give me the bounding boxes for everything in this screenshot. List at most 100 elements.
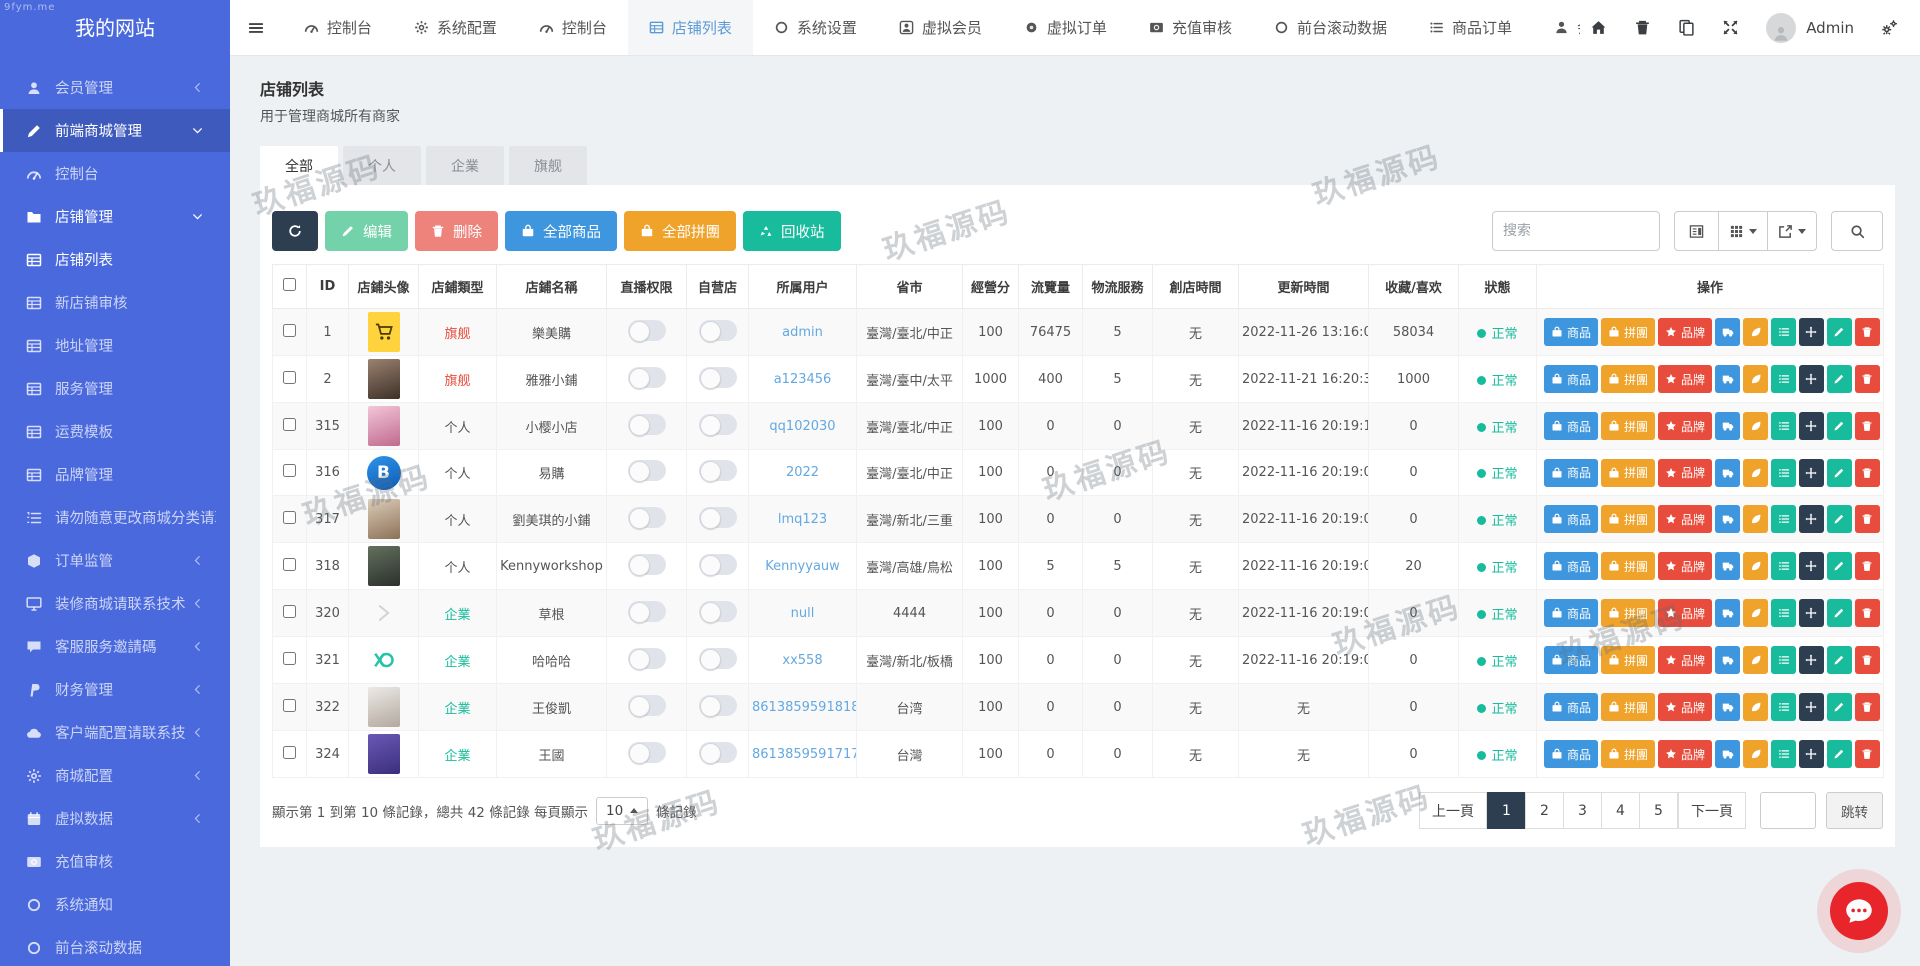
action-brand-button[interactable]: 品牌 — [1658, 505, 1712, 533]
sidebar-item[interactable]: 店铺列表 — [0, 238, 230, 281]
action-edit-button[interactable] — [1827, 505, 1852, 533]
sidebar-item[interactable]: 订单监管 — [0, 539, 230, 582]
action-list-button[interactable] — [1771, 318, 1796, 346]
action-move-button[interactable] — [1799, 318, 1824, 346]
filter-tab[interactable]: 企業 — [426, 146, 504, 185]
delete-button[interactable]: 删除 — [415, 211, 498, 251]
row-checkbox[interactable] — [283, 464, 296, 477]
action-delete-button[interactable] — [1855, 740, 1880, 768]
nav-tab[interactable]: 控制台 — [283, 0, 393, 55]
action-group-button[interactable]: 拼團 — [1601, 412, 1655, 440]
action-logistics-button[interactable] — [1715, 646, 1740, 674]
self-operated-toggle[interactable] — [699, 367, 737, 388]
action-delete-button[interactable] — [1855, 646, 1880, 674]
action-brand-button[interactable]: 品牌 — [1658, 318, 1712, 346]
action-move-button[interactable] — [1799, 505, 1824, 533]
action-logistics-button[interactable] — [1715, 318, 1740, 346]
live-permission-toggle[interactable] — [628, 554, 666, 575]
self-operated-toggle[interactable] — [699, 601, 737, 622]
action-goods-button[interactable]: 商品 — [1544, 505, 1598, 533]
action-move-button[interactable] — [1799, 552, 1824, 580]
columns-button[interactable] — [1718, 211, 1768, 251]
self-operated-toggle[interactable] — [699, 742, 737, 763]
action-goods-button[interactable]: 商品 — [1544, 552, 1598, 580]
nav-tab[interactable]: 系统配置 — [393, 0, 518, 55]
action-group-button[interactable]: 拼團 — [1601, 740, 1655, 768]
page-size-select[interactable]: 10 — [596, 797, 648, 825]
search-input[interactable] — [1492, 211, 1660, 251]
action-move-button[interactable] — [1799, 365, 1824, 393]
action-goods-button[interactable]: 商品 — [1544, 646, 1598, 674]
action-leaf-button[interactable] — [1743, 599, 1768, 627]
nav-tab[interactable]: 控制台 — [518, 0, 628, 55]
all-group-button[interactable]: 全部拼團 — [624, 211, 736, 251]
sidebar-toggle-button[interactable] — [230, 0, 283, 55]
action-list-button[interactable] — [1771, 599, 1796, 627]
nav-tab[interactable]: 店铺列表 — [628, 0, 753, 55]
self-operated-toggle[interactable] — [699, 320, 737, 341]
sidebar-item[interactable]: 运费模板 — [0, 410, 230, 453]
action-brand-button[interactable]: 品牌 — [1658, 693, 1712, 721]
filter-tab[interactable]: 旗舰 — [509, 146, 587, 185]
sidebar-item[interactable]: 地址管理 — [0, 324, 230, 367]
action-move-button[interactable] — [1799, 740, 1824, 768]
all-goods-button[interactable]: 全部商品 — [505, 211, 617, 251]
action-delete-button[interactable] — [1855, 693, 1880, 721]
action-logistics-button[interactable] — [1715, 412, 1740, 440]
action-brand-button[interactable]: 品牌 — [1658, 459, 1712, 487]
action-group-button[interactable]: 拼團 — [1601, 646, 1655, 674]
nav-tab[interactable]: 前台滚动数据 — [1253, 0, 1408, 55]
self-operated-toggle[interactable] — [699, 414, 737, 435]
action-delete-button[interactable] — [1855, 459, 1880, 487]
sidebar-item[interactable]: 店铺管理 — [0, 195, 230, 238]
action-logistics-button[interactable] — [1715, 740, 1740, 768]
action-goods-button[interactable]: 商品 — [1544, 459, 1598, 487]
action-brand-button[interactable]: 品牌 — [1658, 552, 1712, 580]
nav-tab[interactable]: 充值审核 — [1128, 0, 1253, 55]
action-list-button[interactable] — [1771, 412, 1796, 440]
sidebar-item[interactable]: 会员管理 — [0, 66, 230, 109]
sidebar-item[interactable]: 前台滚动数据 — [0, 926, 230, 966]
action-brand-button[interactable]: 品牌 — [1658, 740, 1712, 768]
sidebar-item[interactable]: 品牌管理 — [0, 453, 230, 496]
page-number-button[interactable]: 3 — [1563, 792, 1602, 829]
action-group-button[interactable]: 拼團 — [1601, 505, 1655, 533]
action-goods-button[interactable]: 商品 — [1544, 693, 1598, 721]
action-leaf-button[interactable] — [1743, 318, 1768, 346]
jump-page-input[interactable] — [1760, 792, 1816, 829]
action-leaf-button[interactable] — [1743, 740, 1768, 768]
owner-link[interactable]: qq102030 — [769, 419, 835, 434]
action-list-button[interactable] — [1771, 693, 1796, 721]
owner-link[interactable]: 2022 — [786, 465, 819, 480]
action-list-button[interactable] — [1771, 552, 1796, 580]
action-logistics-button[interactable] — [1715, 552, 1740, 580]
action-leaf-button[interactable] — [1743, 365, 1768, 393]
action-group-button[interactable]: 拼團 — [1601, 365, 1655, 393]
owner-link[interactable]: 8613859591717 — [752, 747, 857, 762]
filter-tab[interactable]: 个人 — [343, 146, 421, 185]
action-group-button[interactable]: 拼團 — [1601, 459, 1655, 487]
action-edit-button[interactable] — [1827, 412, 1852, 440]
search-button[interactable] — [1831, 211, 1883, 251]
nav-tab[interactable]: 商品订单 — [1408, 0, 1533, 55]
sidebar-item[interactable]: 客户端配置请联系技术人员 — [0, 711, 230, 754]
action-logistics-button[interactable] — [1715, 365, 1740, 393]
action-move-button[interactable] — [1799, 459, 1824, 487]
action-logistics-button[interactable] — [1715, 505, 1740, 533]
action-brand-button[interactable]: 品牌 — [1658, 365, 1712, 393]
fullscreen-icon[interactable] — [1722, 19, 1739, 36]
prev-page-button[interactable]: 上一頁 — [1419, 792, 1487, 829]
nav-tab[interactable]: 会员管理 — [1533, 0, 1580, 55]
jump-button[interactable]: 跳转 — [1826, 792, 1883, 829]
self-operated-toggle[interactable] — [699, 648, 737, 669]
sidebar-item[interactable]: 虚拟数据 — [0, 797, 230, 840]
action-edit-button[interactable] — [1827, 599, 1852, 627]
owner-link[interactable]: admin — [782, 325, 823, 340]
action-delete-button[interactable] — [1855, 599, 1880, 627]
live-permission-toggle[interactable] — [628, 367, 666, 388]
action-edit-button[interactable] — [1827, 693, 1852, 721]
row-checkbox[interactable] — [283, 511, 296, 524]
owner-link[interactable]: xx558 — [782, 653, 822, 668]
owner-link[interactable]: null — [791, 606, 815, 621]
action-delete-button[interactable] — [1855, 365, 1880, 393]
